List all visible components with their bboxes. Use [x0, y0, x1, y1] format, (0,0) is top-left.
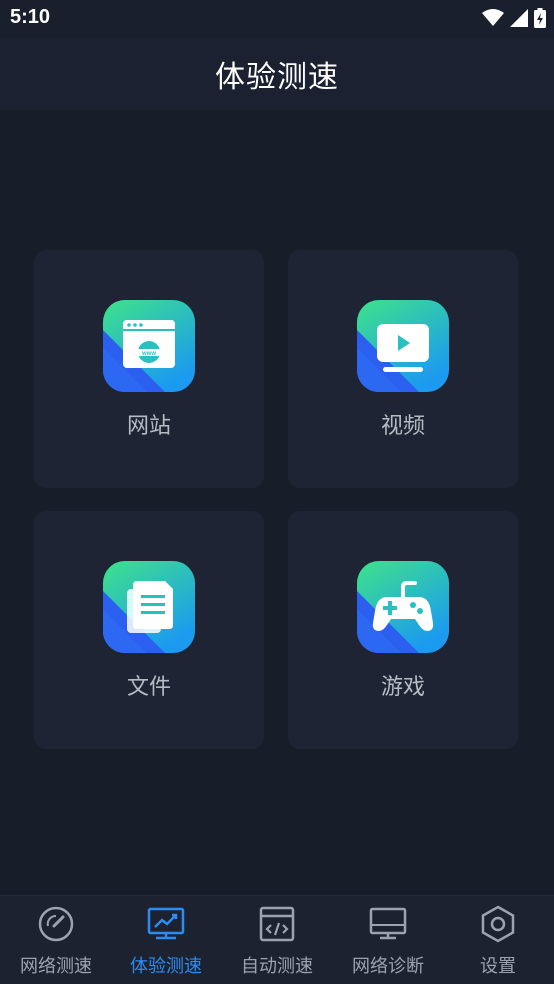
- monitor-icon: [369, 907, 407, 940]
- file-label: 文件: [126, 675, 171, 700]
- gamepad-icon: [357, 561, 449, 653]
- tab-settings[interactable]: 设置: [443, 896, 553, 984]
- website-card[interactable]: www 网站: [34, 250, 264, 488]
- status-bar: 5:10: [0, 0, 554, 38]
- video-card[interactable]: 视频: [288, 250, 518, 488]
- website-label: 网站: [126, 414, 171, 439]
- tab-settings-label: 设置: [480, 956, 516, 977]
- video-label: 视频: [380, 414, 425, 439]
- bottom-nav: 网络测速 体验测速 自动测速 网络诊断 设置: [0, 895, 554, 984]
- tab-experience-speed-label: 体验测速: [130, 956, 202, 977]
- tab-network-speed[interactable]: 网络测速: [1, 896, 111, 984]
- tab-network-diagnosis[interactable]: 网络诊断: [333, 896, 443, 984]
- signal-icon: [510, 9, 528, 27]
- feature-grid: www 网站 视频 文件 游戏: [0, 110, 554, 895]
- status-time: 5:10: [10, 6, 51, 28]
- status-icons: [482, 8, 546, 28]
- tab-experience-speed[interactable]: 体验测速: [111, 896, 221, 984]
- chart-monitor-icon: [147, 907, 185, 940]
- app-header: 体验测速: [0, 38, 554, 110]
- svg-text:www: www: [141, 351, 156, 357]
- tab-auto-speed-label: 自动测速: [241, 956, 313, 977]
- file-icon: [103, 561, 195, 653]
- game-card[interactable]: 游戏: [288, 511, 518, 749]
- battery-icon: [534, 8, 546, 28]
- file-card[interactable]: 文件: [34, 511, 264, 749]
- speedometer-icon: [38, 906, 74, 942]
- tab-network-speed-label: 网络测速: [20, 956, 92, 977]
- tab-auto-speed[interactable]: 自动测速: [222, 896, 332, 984]
- code-window-icon: [259, 906, 295, 942]
- website-icon: www: [103, 300, 195, 392]
- wifi-icon: [482, 9, 504, 26]
- game-label: 游戏: [380, 675, 425, 700]
- page-title: 体验测速: [215, 60, 339, 95]
- tab-network-diagnosis-label: 网络诊断: [352, 956, 424, 977]
- video-icon: [357, 300, 449, 392]
- hexagon-settings-icon: [481, 905, 515, 943]
